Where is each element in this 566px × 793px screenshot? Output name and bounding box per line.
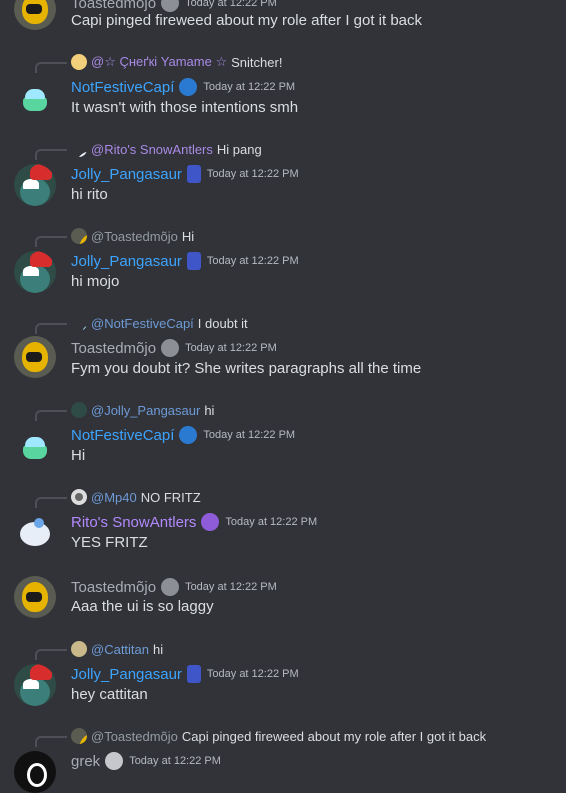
reply-text: hi [204,402,215,418]
message-header: Toastedmõjo Today at 12:22 PM [71,337,277,359]
message-header: Jolly_Pangasaur Today at 12:22 PM [71,663,299,685]
reply-preview[interactable]: @NotFestiveCapí I doubt it [71,314,248,332]
reply-avatar [71,315,87,331]
reply-avatar [71,228,87,244]
reply-preview[interactable]: @Rito's SnowAntlers Hi pang [71,140,262,158]
avatar[interactable] [14,79,56,121]
reply-author[interactable]: @Jolly_Pangasaur [91,403,200,418]
role-badge-icon [179,426,198,444]
role-badge-icon [186,252,201,270]
message-header: NotFestiveCapí Today at 12:22 PM [71,76,295,98]
role-badge-icon [161,0,180,12]
reply-avatar [71,641,87,657]
reply-author[interactable]: @Toastedmõjo [91,229,178,244]
timestamp[interactable]: Today at 12:22 PM [185,0,277,9]
message-header: NotFestiveCapí Today at 12:22 PM [71,424,295,446]
reply-preview[interactable]: @☆ Çнеґкі Yamame ☆ Snitcher! [71,53,282,71]
message-header: grek Today at 12:22 PM [71,750,221,772]
reply-author[interactable]: @Mp40 [91,490,137,505]
reply-text: Hi pang [216,141,262,157]
message-text: Aaa the ui is so laggy [71,598,214,615]
avatar[interactable] [14,576,56,618]
username[interactable]: Jolly_Pangasaur [71,166,182,183]
role-badge-icon [161,339,180,357]
message-text: YES FRITZ [71,534,148,551]
timestamp[interactable]: Today at 12:22 PM [225,516,317,528]
timestamp[interactable]: Today at 12:22 PM [185,581,277,593]
reply-spine [35,649,67,660]
reply-preview[interactable]: @Mp40 NO FRITZ [71,488,201,506]
message-text: It wasn't with those intentions smh [71,99,299,116]
message-text: Capi pinged fireweed about my role after… [71,12,423,29]
timestamp[interactable]: Today at 12:22 PM [203,81,295,93]
message-text: hey cattitan [71,686,148,703]
reply-spine [35,410,67,421]
message-header: Rito's SnowAntlers Today at 12:22 PM [71,511,317,533]
message-text: hi rito [71,186,108,203]
reply-text: Hi [181,228,195,244]
username[interactable]: Jolly_Pangasaur [71,666,182,683]
role-badge-icon [186,665,201,683]
username[interactable]: Toastedmõjo [71,340,156,357]
username[interactable]: Toastedmõjo [71,0,156,12]
reply-spine [35,323,67,334]
reply-author[interactable]: @☆ Çнеґкі Yamame ☆ [91,54,227,70]
reply-preview[interactable]: @Toastedmõjo Hi [71,227,194,245]
reply-text: Capi pinged fireweed about my role after… [181,728,487,744]
role-badge-icon [161,578,180,596]
reply-avatar [71,141,87,157]
avatar[interactable] [14,0,56,30]
message-header: Jolly_Pangasaur Today at 12:22 PM [71,250,299,272]
reply-preview[interactable]: @Toastedmõjo Capi pinged fireweed about … [71,727,486,745]
reply-preview[interactable]: @Cattitan hi [71,640,163,658]
message-text: hi mojo [71,273,120,290]
reply-avatar [71,489,87,505]
reply-text: hi [153,641,164,657]
reply-avatar [71,728,87,744]
reply-spine [35,736,67,747]
timestamp[interactable]: Today at 12:22 PM [207,168,299,180]
message-text: Fym you doubt it? She writes paragraphs … [71,360,422,377]
reply-avatar [71,402,87,418]
role-badge-icon [105,752,124,770]
role-badge-icon [179,78,198,96]
username[interactable]: Rito's SnowAntlers [71,514,196,531]
reply-preview[interactable]: @Jolly_Pangasaur hi [71,401,214,419]
reply-spine [35,236,67,247]
avatar[interactable] [14,251,56,293]
avatar[interactable] [14,427,56,469]
message-header: Jolly_Pangasaur Today at 12:22 PM [71,163,299,185]
reply-text: I doubt it [197,315,248,331]
role-badge-icon [186,165,201,183]
reply-author[interactable]: @Cattitan [91,642,149,657]
reply-text: Snitcher! [231,54,283,70]
avatar[interactable] [14,512,56,554]
avatar[interactable] [14,164,56,206]
reply-author[interactable]: @Rito's SnowAntlers [91,142,213,157]
timestamp[interactable]: Today at 12:22 PM [207,668,299,680]
reply-spine [35,149,67,160]
username[interactable]: Jolly_Pangasaur [71,253,182,270]
reply-spine [35,497,67,508]
avatar[interactable] [14,336,56,378]
username[interactable]: NotFestiveCapí [71,79,174,96]
username[interactable]: grek [71,753,100,770]
avatar[interactable] [14,664,56,706]
reply-author[interactable]: @Toastedmõjo [91,729,178,744]
reply-spine [35,62,67,73]
avatar[interactable] [14,751,56,793]
reply-avatar [71,54,87,70]
username[interactable]: NotFestiveCapí [71,427,174,444]
timestamp[interactable]: Today at 12:22 PM [203,429,295,441]
message-text: Hi [71,447,86,464]
reply-text: NO FRITZ [140,489,201,505]
reply-author[interactable]: @NotFestiveCapí [91,316,194,331]
role-badge-icon [201,513,220,531]
message-header: Toastedmõjo Today at 12:22 PM [71,576,277,598]
username[interactable]: Toastedmõjo [71,579,156,596]
timestamp[interactable]: Today at 12:22 PM [185,342,277,354]
timestamp[interactable]: Today at 12:22 PM [129,755,221,767]
timestamp[interactable]: Today at 12:22 PM [207,255,299,267]
